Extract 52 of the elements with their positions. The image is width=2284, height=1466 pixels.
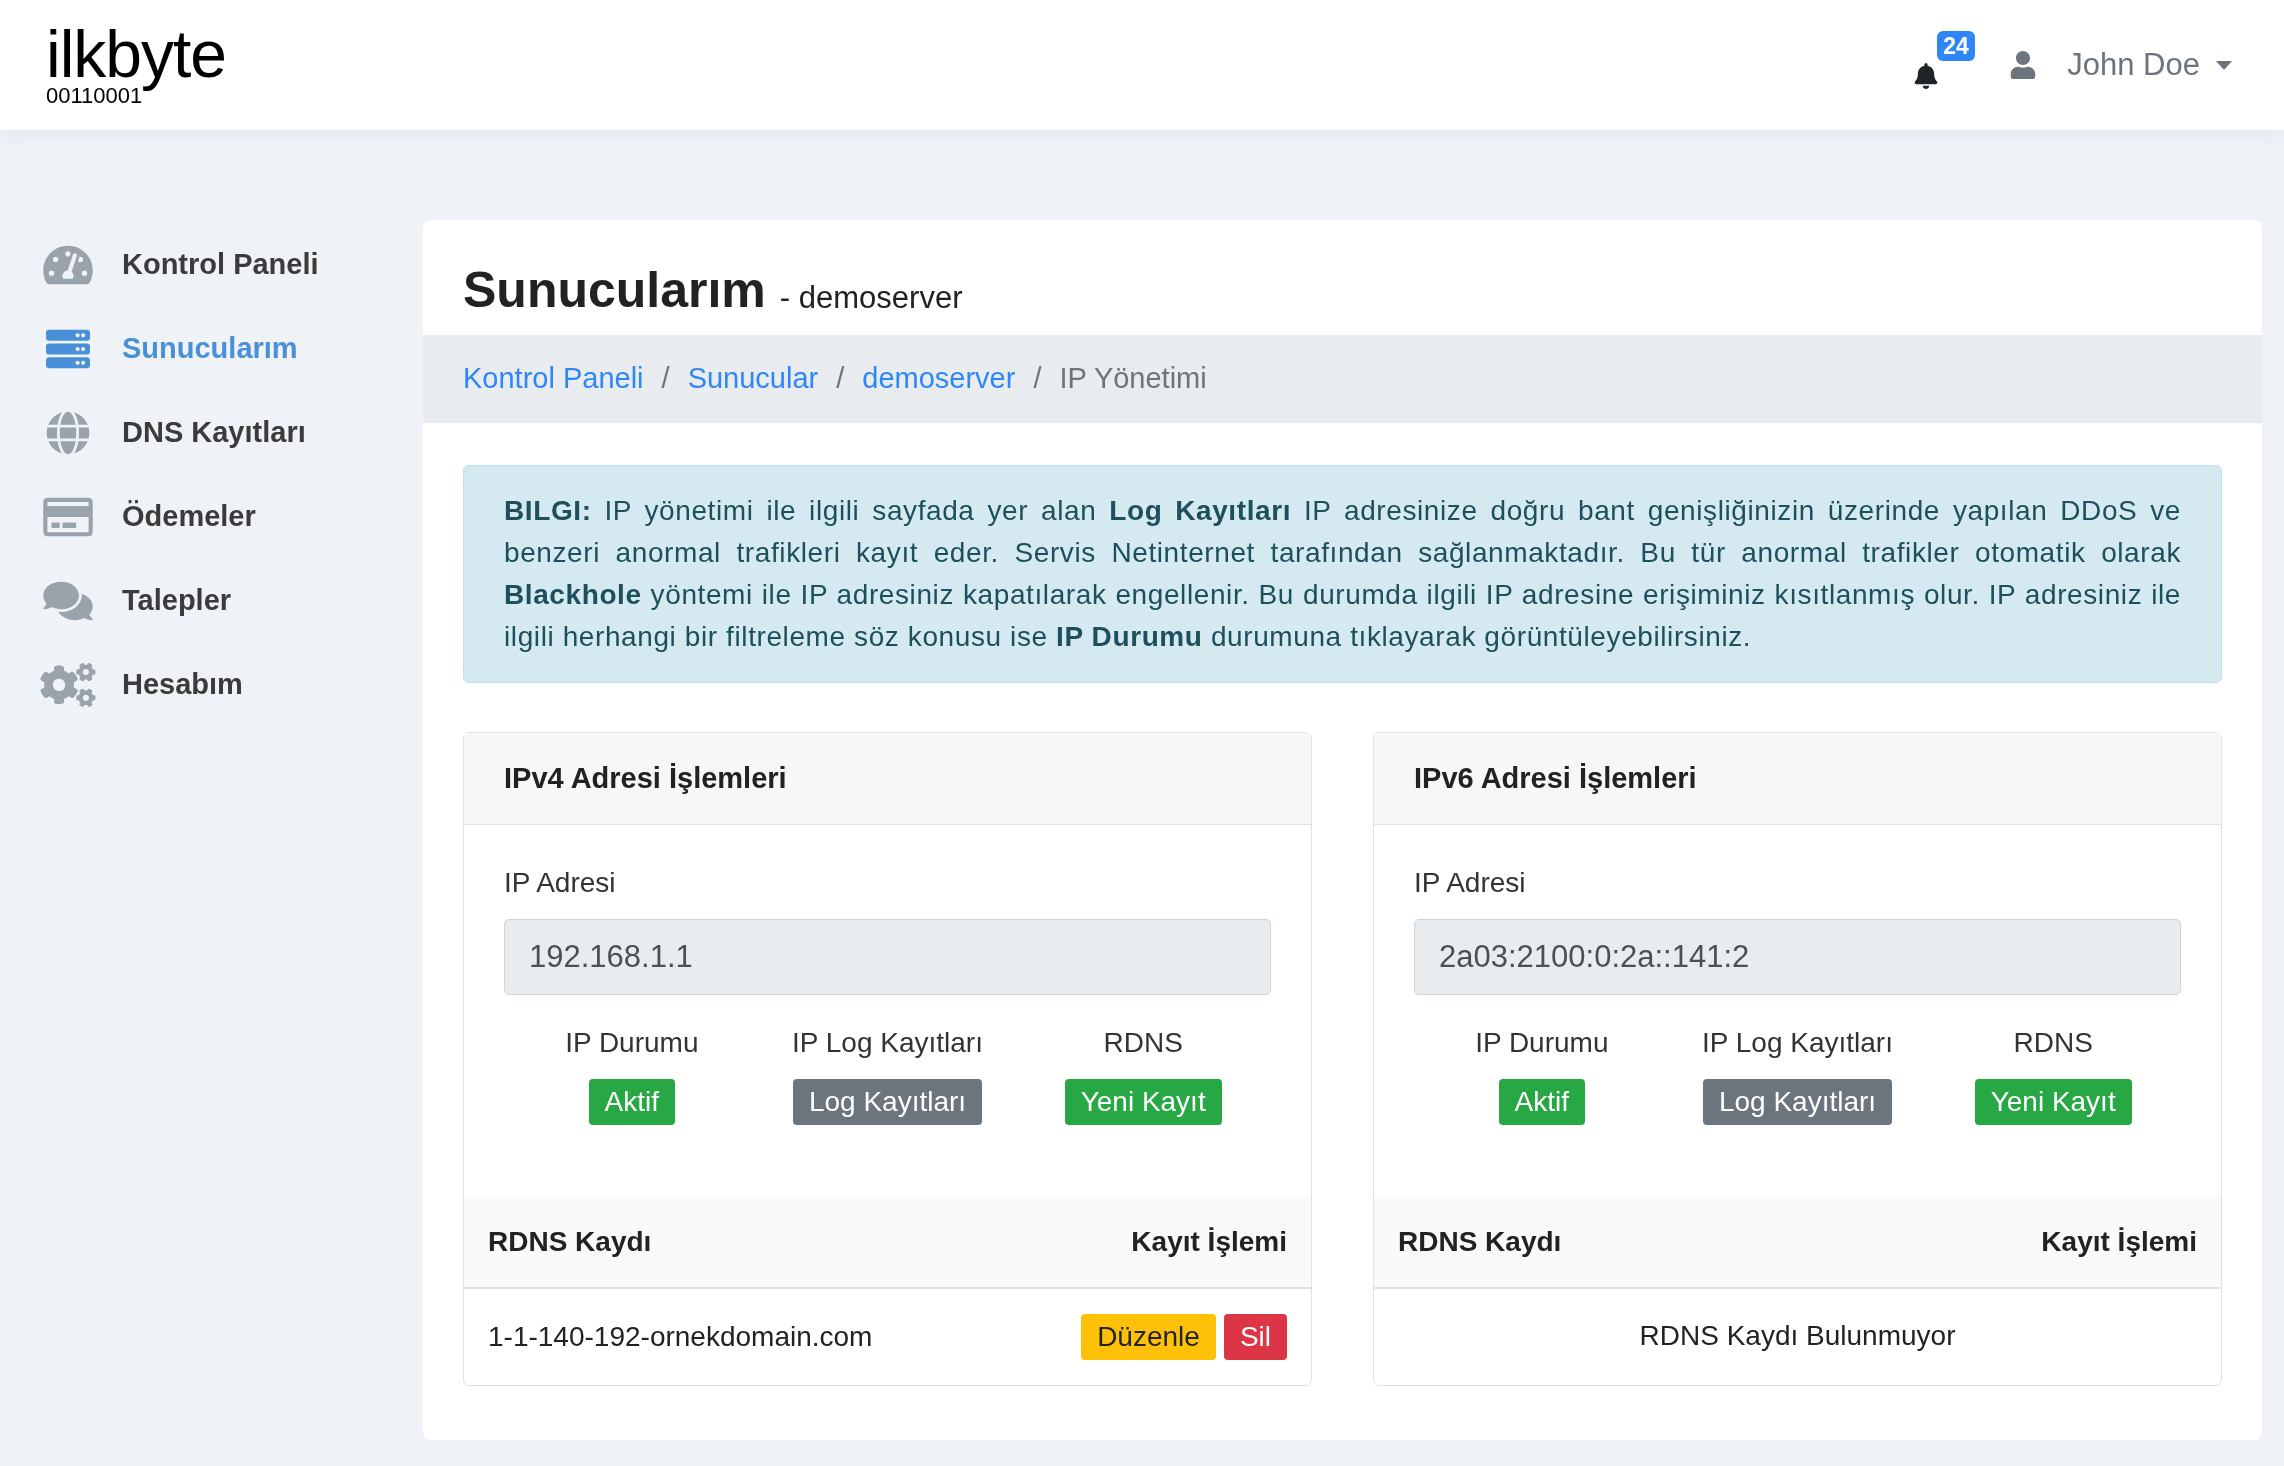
action-button[interactable]: Aktif [1498, 1079, 1586, 1125]
panel-title: IPv6 Adresi İşlemleri [1414, 760, 1697, 796]
ip-address-field[interactable]: 192.168.1.1 [504, 919, 1271, 995]
action-button[interactable]: Log Kayıtları [1702, 1079, 1893, 1125]
user-icon [2009, 51, 2038, 79]
action-label: IP Log Kayıtları [1702, 1026, 1893, 1060]
sidebar-item[interactable]: Ödemeler [0, 475, 423, 559]
field-label: IP Adresi [1414, 866, 1527, 900]
panel-title: IPv4 Adresi İşlemleri [504, 760, 787, 796]
action-label: IP Log Kayıtları [792, 1026, 983, 1060]
sidebar-item[interactable]: Hesabım [0, 643, 423, 727]
breadcrumb-link[interactable]: Kontrol Paneli [463, 357, 644, 401]
action-label: RDNS [2013, 1026, 2093, 1060]
page-subtitle: - demoserver [779, 282, 963, 313]
breadcrumb-separator: / [836, 361, 845, 397]
action-button[interactable]: Yeni Kayıt [1974, 1079, 2132, 1125]
breadcrumb-link[interactable]: Sunucular [687, 357, 819, 401]
action-label: IP Durumu [1475, 1026, 1609, 1060]
action-button[interactable]: Log Kayıtları [792, 1079, 983, 1125]
sidebar-item[interactable]: Sunucularım [0, 307, 423, 391]
user-menu[interactable]: John Doe [2067, 41, 2232, 89]
ip-address-field[interactable]: 2a03:2100:0:2a::141:2 [1414, 919, 2181, 995]
action-button[interactable]: Yeni Kayıt [1064, 1079, 1222, 1125]
gears-icon [40, 663, 96, 707]
column-header: RDNS Kaydı [488, 1225, 652, 1259]
notification-badge: 24 [1937, 31, 1975, 61]
credit-card-icon [40, 495, 96, 539]
action-button[interactable]: Düzenle [1081, 1314, 1216, 1360]
field-label: IP Adresi [504, 866, 617, 900]
action-label: RDNS [1103, 1026, 1183, 1060]
chat-bubbles-icon [40, 579, 96, 623]
bell-icon[interactable] [1913, 63, 1940, 89]
sidebar-item[interactable]: DNS Kayıtları [0, 391, 423, 475]
table-cell-text: 1-1-140-192-ornekdomain.com [488, 1320, 873, 1354]
alert-text: BILGI: IP yönetimi ile ilgili sayfada yer alan Log Kayıtları IP adresinize doğru bant genişliğinizin üzerinde yapılan DDoS ve benzeri anormal trafikleri kayıt eder. Servis Netinternet tarafından sağlanmaktadır. Bu tür anormal trafikler otomatik olarak Blackhole yöntemi ile IP adresiniz kapatılarak engellenir. Bu durumda ilgili IP adresine erişiminiz kısıtlanmış olur. IP adresiniz ile ilgili herhangi bir filtreleme söz konusu ise IP Durumu durumuna tıklayarak görüntüleyebilirsiniz. [504, 494, 2181, 654]
column-header: RDNS Kaydı [1398, 1225, 1562, 1259]
empty-table-message: RDNS Kaydı Bulunmuyor [1639, 1319, 1956, 1353]
sidebar-item[interactable]: Kontrol Paneli [0, 223, 423, 307]
logo[interactable]: ilkbyte 00110001 [46, 23, 227, 107]
column-header: Kayıt İşlemi [2041, 1225, 2197, 1259]
gauge-icon [40, 243, 96, 287]
caret-icon [2216, 60, 2232, 70]
action-label: IP Durumu [565, 1026, 699, 1060]
sidebar-item[interactable]: Talepler [0, 559, 423, 643]
breadcrumb-current: IP Yönetimi [1059, 361, 1207, 397]
page-title: Sunucularım [463, 265, 766, 315]
breadcrumb-separator: / [661, 361, 670, 397]
breadcrumb-link[interactable]: demoserver [862, 357, 1016, 401]
breadcrumb-separator: / [1033, 361, 1042, 397]
action-button[interactable]: Aktif [588, 1079, 676, 1125]
delete-button[interactable]: Sil [1223, 1314, 1287, 1360]
column-header: Kayıt İşlemi [1131, 1225, 1287, 1259]
